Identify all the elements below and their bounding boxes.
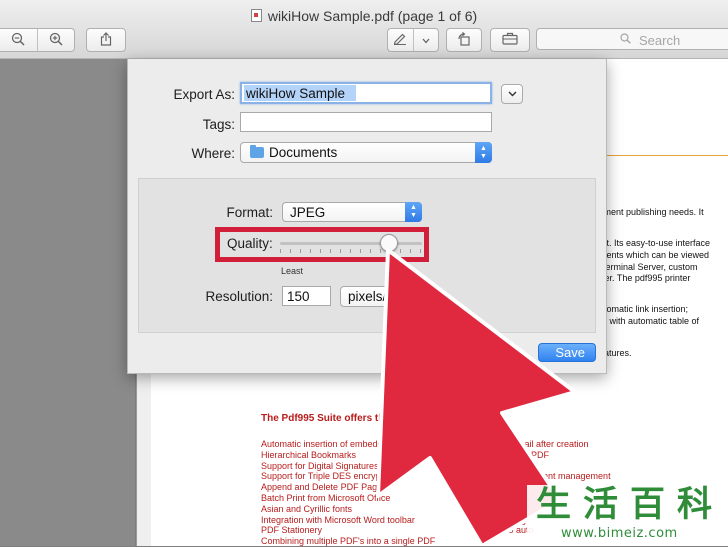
watermark-logo: 生 活 百 科 xyxy=(533,487,715,524)
list-item: marization of PDF xyxy=(477,449,550,460)
window-toolbar: wikiHow Sample.pdf (page 1 of 6) xyxy=(0,0,728,59)
markup-pen-icon[interactable] xyxy=(388,32,413,48)
watermark: 生 活 百 科 www.bimeiz.com xyxy=(527,485,728,546)
where-label: Where: xyxy=(191,146,235,161)
list-item: Append and Delete PDF Pages xyxy=(261,482,387,493)
list-item: PDF Stationery xyxy=(261,525,323,536)
select-stepper-icon: ▲ ▼ xyxy=(405,202,422,222)
tags-label: Tags: xyxy=(202,117,235,132)
resolution-unit-value: pixels/inch xyxy=(348,289,412,304)
toolbox-button[interactable] xyxy=(490,28,530,52)
format-value: JPEG xyxy=(290,205,326,220)
export-as-label: Export As: xyxy=(173,87,235,102)
body-text-line: x/Terminal Server, custom xyxy=(594,262,698,272)
watermark-char: 生 xyxy=(535,485,571,525)
share-icon xyxy=(100,31,112,49)
quality-highlight: Quality: xyxy=(215,227,429,262)
list-item: Automatic insertion of embedded links xyxy=(261,439,414,449)
list-item: PDFs to email after creation xyxy=(477,439,589,449)
quality-slider-thumb[interactable] xyxy=(379,234,398,252)
export-as-input[interactable] xyxy=(244,85,356,101)
search-field[interactable] xyxy=(536,28,728,50)
rotate-icon xyxy=(457,31,471,49)
zoom-in-icon[interactable] xyxy=(38,32,75,49)
format-label: Format: xyxy=(226,205,273,220)
window-background xyxy=(0,59,135,546)
toolbox-icon xyxy=(502,32,518,48)
page-divider xyxy=(605,155,728,156)
window-title: wikiHow Sample.pdf (page 1 of 6) xyxy=(0,8,728,24)
pdf-file-icon xyxy=(250,9,262,22)
where-value: Documents xyxy=(269,145,338,160)
list-item: Combining multiple PDF's into a single P… xyxy=(261,536,436,547)
watermark-url: www.bimeiz.com xyxy=(561,526,678,541)
search-icon xyxy=(620,32,631,47)
body-text-line: mat. Its easy-to-use interface xyxy=(594,238,711,248)
folder-icon xyxy=(250,145,264,158)
list-item: doc xyxy=(477,460,492,471)
list-item-text: Easy xyxy=(477,471,498,482)
body-text-line: erter. The pdf995 printer xyxy=(594,273,691,283)
quality-label: Quality: xyxy=(227,236,273,251)
export-as-field[interactable] xyxy=(240,82,492,104)
save-button[interactable]: Save xyxy=(538,343,596,362)
watermark-char: 百 xyxy=(629,485,665,525)
list-item-text: ocument management xyxy=(521,471,611,482)
list-item: Hierarchical Bookmarks xyxy=(261,449,357,460)
body-text-line: uments which can be viewed xyxy=(594,250,710,260)
tags-input[interactable] xyxy=(240,112,492,132)
expand-dialog-button[interactable] xyxy=(501,84,523,104)
zoom-control xyxy=(0,28,75,52)
export-dialog: Export As: Tags: Where: Documents ▲▼ For… xyxy=(127,59,607,374)
search-input[interactable] xyxy=(637,31,728,49)
resolution-unit-select[interactable]: pixels/inch xyxy=(340,286,420,307)
list-item: Easy ocument management xyxy=(477,471,611,482)
list-item: Support for Triple DES encryption xyxy=(261,471,396,482)
list-item: Support for Digital Signatures xyxy=(261,460,379,471)
body-text-line: automatic link insertion; xyxy=(594,304,689,314)
resolution-label: Resolution: xyxy=(205,289,273,304)
quality-slider-track[interactable] xyxy=(280,242,422,245)
list-item: Batch Print from Microsoft Office xyxy=(261,492,391,503)
format-options-panel: Format: JPEG ▲ ▼ Quality: Least Resolutio… xyxy=(138,178,596,333)
window-title-text: wikiHow Sample.pdf (page 1 of 6) xyxy=(267,8,478,24)
share-button[interactable] xyxy=(86,28,126,52)
feature-list-left: Automatic insertion of embedded links Hi… xyxy=(261,439,435,547)
body-text-line: cument publishing needs. It xyxy=(594,207,704,217)
list-item: Integration with Microsoft Word toolbar xyxy=(261,514,415,525)
list-item: Asian and Cyrillic fonts xyxy=(261,503,353,514)
markup-control xyxy=(387,28,439,52)
select-stepper-icon: ▲ ▼ xyxy=(475,142,492,163)
rotate-button[interactable] xyxy=(446,28,482,52)
chevron-down-icon xyxy=(508,91,516,97)
suite-heading: The Pdf995 Suite offers the follow xyxy=(261,413,422,424)
watermark-char: 科 xyxy=(676,485,712,525)
body-text-line: bar with automatic table of xyxy=(594,316,700,326)
quality-least-label: Least xyxy=(281,266,304,276)
watermark-char: 活 xyxy=(582,485,618,525)
chevron-down-icon[interactable] xyxy=(414,33,439,47)
where-select[interactable]: Documents ▲ ▼ xyxy=(240,142,492,163)
resolution-input[interactable] xyxy=(282,286,331,306)
quality-slider-ticks xyxy=(280,249,422,253)
format-select[interactable]: JPEG ▲ ▼ xyxy=(282,202,422,222)
zoom-out-icon[interactable] xyxy=(0,32,37,49)
